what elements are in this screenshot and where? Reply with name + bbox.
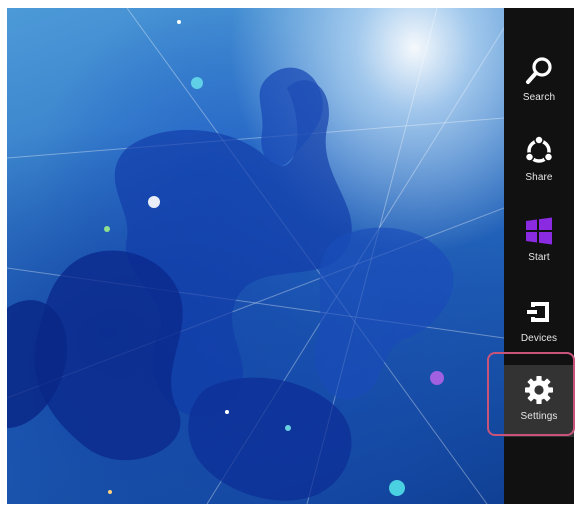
devices-charm[interactable]: Devices bbox=[504, 287, 574, 359]
devices-icon bbox=[527, 302, 549, 322]
search-icon bbox=[526, 57, 552, 84]
wallpaper-art bbox=[7, 8, 504, 504]
gear-icon bbox=[525, 376, 553, 404]
share-icon bbox=[524, 135, 554, 163]
desktop-wallpaper bbox=[7, 8, 504, 504]
charms-bar: Search Share Start Devices Settings bbox=[504, 8, 574, 504]
share-charm[interactable]: Share bbox=[504, 126, 574, 198]
settings-charm[interactable]: Settings bbox=[504, 365, 574, 437]
start-charm[interactable]: Start bbox=[504, 206, 574, 278]
search-charm-label: Search bbox=[522, 92, 556, 103]
search-charm[interactable]: Search bbox=[504, 46, 574, 118]
settings-charm-label: Settings bbox=[520, 411, 558, 422]
windows-logo-icon bbox=[526, 217, 552, 245]
screen: Search Share Start Devices Settings bbox=[7, 8, 574, 504]
start-charm-label: Start bbox=[528, 252, 550, 263]
devices-charm-label: Devices bbox=[520, 333, 558, 344]
share-charm-label: Share bbox=[525, 172, 553, 183]
